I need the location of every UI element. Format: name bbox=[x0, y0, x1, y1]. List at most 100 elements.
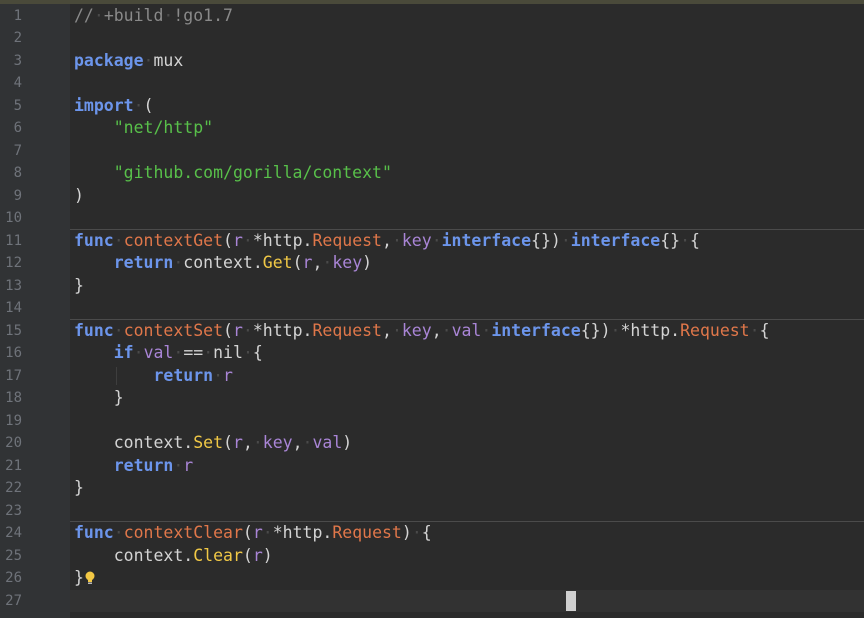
code-line[interactable]: 14 bbox=[0, 297, 864, 320]
code-token: *http. bbox=[620, 320, 681, 340]
line-number: 6 bbox=[13, 120, 22, 136]
code-token: { bbox=[252, 343, 263, 362]
lightbulb-icon[interactable] bbox=[85, 571, 95, 585]
code-token: ( bbox=[143, 95, 154, 115]
code-line[interactable]: 5 import·( bbox=[0, 95, 864, 118]
line-number: 11 bbox=[5, 232, 22, 249]
code-line[interactable]: 15 func·contextSet(r·*http.Request,·key,·… bbox=[0, 320, 864, 343]
code-token: interface bbox=[570, 230, 661, 250]
line-number: 2 bbox=[13, 30, 22, 46]
code-token: · bbox=[213, 365, 224, 385]
code-token: context. bbox=[183, 253, 263, 272]
code-token: val bbox=[451, 320, 482, 340]
code-token: · bbox=[749, 320, 760, 340]
code-token: "net/http" bbox=[113, 118, 214, 137]
line-number: 23 bbox=[5, 502, 22, 519]
code-line[interactable]: 4 bbox=[0, 72, 864, 95]
code-token: · bbox=[262, 523, 273, 542]
code-token: ( bbox=[223, 433, 233, 452]
line-number: 1 bbox=[13, 7, 22, 24]
code-token: key bbox=[401, 230, 432, 250]
code-token: { bbox=[759, 320, 770, 340]
code-line[interactable]: 21 return·r bbox=[0, 455, 864, 478]
code-line[interactable]: 26} bbox=[0, 567, 864, 590]
code-token: return bbox=[153, 365, 214, 385]
code-token: r bbox=[232, 433, 243, 452]
line-number: 22 bbox=[5, 480, 22, 496]
code-token: ) bbox=[362, 253, 373, 272]
code-line[interactable]: 12 return·context.Get(r,·key) bbox=[0, 252, 864, 275]
line-number: 25 bbox=[5, 547, 22, 564]
code-token: package bbox=[74, 50, 144, 70]
code-text: return·r bbox=[74, 455, 193, 478]
code-line[interactable]: 27 bbox=[0, 590, 864, 613]
code-token: {}) bbox=[580, 320, 611, 340]
code-token: · bbox=[173, 343, 184, 362]
code-token: r bbox=[183, 455, 194, 475]
code-token: val bbox=[312, 433, 343, 452]
code-line[interactable]: 11 func·contextGet(r·*http.Request,·key·i… bbox=[0, 230, 864, 253]
code-token: +build bbox=[103, 5, 164, 25]
code-token: · bbox=[411, 523, 422, 542]
code-line[interactable]: 25 context.Clear(r) bbox=[0, 545, 864, 568]
code-line[interactable]: 13} bbox=[0, 275, 864, 298]
code-token: contextGet bbox=[123, 230, 224, 250]
code-line[interactable]: 17 return·r bbox=[0, 365, 864, 388]
code-token: ) bbox=[74, 185, 84, 205]
line-number: 21 bbox=[5, 457, 22, 474]
line-number: 18 bbox=[5, 390, 22, 406]
code-editor[interactable]: 1//·+build·!go1.7 2 3 package·mux 4 5 import·(… bbox=[0, 0, 864, 618]
line-number: 19 bbox=[5, 412, 22, 429]
code-text: "net/http" bbox=[74, 117, 213, 140]
code-line[interactable]: 1 //·+build·!go1.7 bbox=[0, 5, 864, 28]
code-line[interactable]: 9) bbox=[0, 185, 864, 208]
code-text: context.Clear(r) bbox=[74, 545, 273, 568]
code-token: } bbox=[74, 568, 84, 587]
code-token: r bbox=[232, 320, 243, 340]
code-token: } bbox=[74, 478, 84, 497]
code-line[interactable]: 16 if·val·==·nil·{ bbox=[0, 342, 864, 365]
code-token: Get bbox=[262, 253, 293, 272]
code-line[interactable]: 10 bbox=[0, 207, 864, 230]
code-token: ( bbox=[223, 320, 233, 340]
code-line[interactable]: 3 package·mux bbox=[0, 50, 864, 73]
code-token: · bbox=[391, 320, 402, 340]
code-line[interactable]: 24 func·contextClear(r·*http.Request)·{ bbox=[0, 522, 864, 545]
code-token: nil bbox=[213, 343, 243, 362]
code-token: context. bbox=[74, 545, 194, 565]
code-text: func·contextClear(r·*http.Request)·{ bbox=[74, 522, 432, 545]
code-token: , bbox=[431, 320, 442, 340]
code-token: mux bbox=[153, 50, 184, 70]
code-line[interactable]: 19 bbox=[0, 410, 864, 433]
line-number: 5 bbox=[13, 97, 22, 114]
line-number: 4 bbox=[13, 75, 22, 91]
code-line[interactable]: 6 "net/http" bbox=[0, 117, 864, 140]
code-line[interactable]: 23 bbox=[0, 500, 864, 523]
code-token: *http. bbox=[252, 230, 313, 250]
code-line[interactable]: 8 "github.com/gorilla/context" bbox=[0, 162, 864, 185]
code-token: ) bbox=[342, 433, 353, 452]
code-token: · bbox=[481, 320, 492, 340]
code-token: · bbox=[143, 50, 154, 70]
code-line[interactable]: 20 context.Set(r,·key,·val) bbox=[0, 432, 864, 455]
line-number: 14 bbox=[5, 300, 22, 316]
code-token: *http. bbox=[272, 523, 333, 542]
code-token: Request bbox=[312, 320, 382, 340]
line-number: 12 bbox=[5, 255, 22, 271]
code-text: } bbox=[74, 567, 84, 590]
code-line[interactable]: 2 bbox=[0, 27, 864, 50]
code-token: contextClear bbox=[123, 523, 243, 542]
code-text: return·r bbox=[74, 365, 232, 388]
line-number: 20 bbox=[5, 435, 22, 451]
code-line[interactable]: 18 } bbox=[0, 387, 864, 410]
code-line[interactable]: 7 bbox=[0, 140, 864, 163]
code-token: ) bbox=[262, 545, 273, 565]
code-token: , bbox=[242, 433, 253, 452]
code-token: r bbox=[302, 253, 313, 272]
code-line[interactable]: 22} bbox=[0, 477, 864, 500]
code-text: "github.com/gorilla/context" bbox=[74, 162, 392, 185]
code-text: //·+build·!go1.7 bbox=[74, 5, 233, 28]
code-token: context. bbox=[74, 433, 194, 452]
